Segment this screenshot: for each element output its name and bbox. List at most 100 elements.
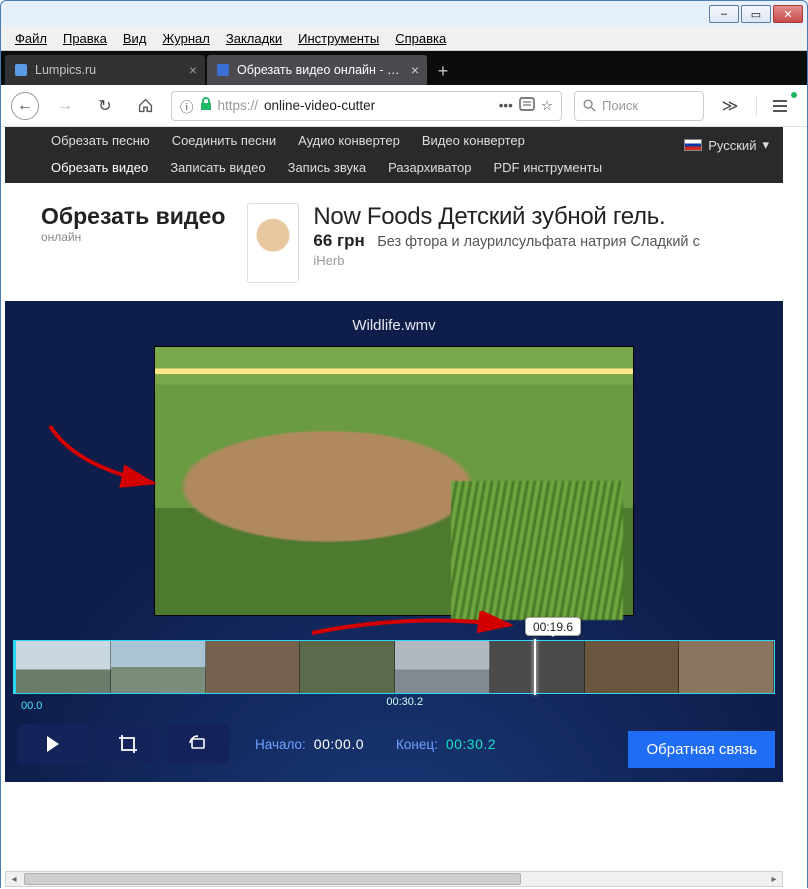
window-maximize-button[interactable]: ▭: [741, 5, 771, 23]
horizontal-scrollbar[interactable]: ◂ ▸: [5, 871, 783, 887]
menu-icon: [772, 99, 788, 113]
ad-title: Now Foods Детский зубной гель.: [313, 203, 699, 231]
nav-record-video[interactable]: Записать видео: [170, 160, 265, 175]
start-time-label: Начало:: [255, 737, 306, 752]
language-label: Русский: [708, 138, 756, 153]
timeline-frame: [16, 641, 111, 693]
tab-lumpics[interactable]: Lumpics.ru ×: [5, 55, 205, 85]
tab-close-icon[interactable]: ×: [189, 62, 197, 78]
menu-tools[interactable]: Инструменты: [292, 29, 385, 48]
scroll-right-icon[interactable]: ▸: [766, 872, 782, 886]
chevron-down-icon: ▾: [762, 137, 769, 153]
window-titlebar[interactable]: – ▭ ✕: [1, 1, 807, 27]
play-button[interactable]: [17, 724, 89, 764]
flag-ru-icon: [684, 139, 702, 151]
timeline-frame: [490, 641, 585, 693]
menu-history[interactable]: Журнал: [156, 29, 215, 48]
feedback-button[interactable]: Обратная связь: [628, 731, 775, 768]
url-bar[interactable]: ⓘ https:// online-video-cutter ••• ☆: [171, 91, 562, 121]
nav-unarchiver[interactable]: Разархиватор: [388, 160, 471, 175]
nav-cut-video[interactable]: Обрезать видео: [51, 160, 148, 175]
nav-audio-converter[interactable]: Аудио конвертер: [298, 133, 400, 148]
timeline-frame: [585, 641, 680, 693]
crop-icon: [118, 734, 138, 754]
home-button[interactable]: [131, 92, 159, 120]
start-time-value[interactable]: 00:00.0: [314, 736, 364, 752]
hamburger-menu-button[interactable]: [769, 92, 797, 120]
page-actions-icon[interactable]: •••: [499, 98, 513, 113]
url-protocol: https://: [218, 98, 259, 113]
timeline-playhead[interactable]: [534, 639, 536, 695]
reload-button[interactable]: ↻: [91, 92, 119, 120]
update-badge-icon: [791, 92, 797, 98]
scroll-left-icon[interactable]: ◂: [6, 872, 22, 886]
url-host: online-video-cutter: [264, 98, 375, 113]
tab-label: Обрезать видео онлайн - обр: [237, 63, 403, 77]
ad-price: 66 грн: [313, 231, 364, 251]
tab-label: Lumpics.ru: [35, 63, 181, 77]
navbar: ← → ↻ ⓘ https:// online-video-cutter ••• …: [1, 85, 807, 127]
overflow-button[interactable]: ≫: [716, 92, 744, 120]
timeline-start-label: 00.0: [21, 700, 42, 712]
video-editor: Wildlife.wmv 00:19.6: [5, 301, 783, 782]
search-placeholder: Поиск: [602, 98, 638, 113]
nav-record-audio[interactable]: Запись звука: [288, 160, 367, 175]
video-filename: Wildlife.wmv: [5, 317, 783, 334]
crop-button[interactable]: [97, 724, 159, 764]
video-preview[interactable]: [154, 346, 634, 616]
site-top-nav: Обрезать песню Соединить песни Аудио кон…: [5, 127, 783, 183]
forward-button[interactable]: →: [51, 92, 79, 120]
window-close-button[interactable]: ✕: [773, 5, 803, 23]
nav-pdf-tools[interactable]: PDF инструменты: [494, 160, 603, 175]
menu-file[interactable]: Файл: [9, 29, 53, 48]
site-info-icon[interactable]: ⓘ: [180, 96, 194, 116]
timeline-mid-label: 00:30.2: [386, 696, 423, 708]
back-button[interactable]: ←: [11, 92, 39, 120]
language-selector[interactable]: Русский ▾: [684, 137, 769, 153]
page-viewport: Обрезать песню Соединить песни Аудио кон…: [1, 127, 807, 889]
lock-icon[interactable]: [200, 97, 212, 114]
timeline-frame: [206, 641, 301, 693]
menu-view[interactable]: Вид: [117, 29, 153, 48]
playhead-time-tooltip: 00:19.6: [525, 617, 581, 636]
ad-source: iHerb: [313, 253, 699, 268]
menubar: Файл Правка Вид Журнал Закладки Инструме…: [1, 27, 807, 51]
tab-favicon-icon: [15, 64, 27, 76]
reader-mode-icon[interactable]: [519, 97, 535, 114]
play-icon: [46, 736, 60, 752]
page-header-row: Обрезать видео онлайн Now Foods Детский …: [5, 183, 783, 301]
rotate-button[interactable]: [167, 724, 229, 764]
window-minimize-button[interactable]: –: [709, 5, 739, 23]
tab-strip: Lumpics.ru × Обрезать видео онлайн - обр…: [1, 51, 807, 85]
nav-video-converter[interactable]: Видео конвертер: [422, 133, 525, 148]
video-timeline[interactable]: [13, 640, 775, 694]
nav-cut-song[interactable]: Обрезать песню: [51, 133, 150, 148]
search-icon: [583, 99, 596, 112]
search-box[interactable]: Поиск: [574, 91, 704, 121]
end-time-value[interactable]: 00:30.2: [446, 736, 496, 752]
scrollbar-thumb[interactable]: [24, 873, 521, 885]
browser-window: – ▭ ✕ Файл Правка Вид Журнал Закладки Ин…: [0, 0, 808, 888]
timeline-frame: [300, 641, 395, 693]
menu-help[interactable]: Справка: [389, 29, 452, 48]
nav-join-songs[interactable]: Соединить песни: [172, 133, 276, 148]
ad-description: Без фтора и лаурилсульфата натрия Сладки…: [377, 234, 700, 250]
page-title: Обрезать видео: [41, 203, 225, 230]
timeline-frame: [395, 641, 490, 693]
annotation-arrow-icon: [45, 421, 165, 491]
new-tab-button[interactable]: +: [429, 57, 457, 85]
timeline-frame: [111, 641, 206, 693]
menu-bookmarks[interactable]: Закладки: [220, 29, 288, 48]
page-subtitle: онлайн: [41, 230, 225, 244]
tab-favicon-icon: [217, 64, 229, 76]
menu-edit[interactable]: Правка: [57, 29, 113, 48]
timeline-frame: [679, 641, 774, 693]
ad-block[interactable]: Now Foods Детский зубной гель. 66 грн Бе…: [247, 203, 699, 283]
end-time-label: Конец:: [396, 737, 438, 752]
home-icon: [137, 97, 154, 114]
ad-thumbnail: [247, 203, 299, 283]
bookmark-star-icon[interactable]: ☆: [541, 98, 553, 114]
tab-close-icon[interactable]: ×: [411, 62, 419, 78]
tab-video-cutter[interactable]: Обрезать видео онлайн - обр ×: [207, 55, 427, 85]
rotate-icon: [187, 735, 209, 753]
